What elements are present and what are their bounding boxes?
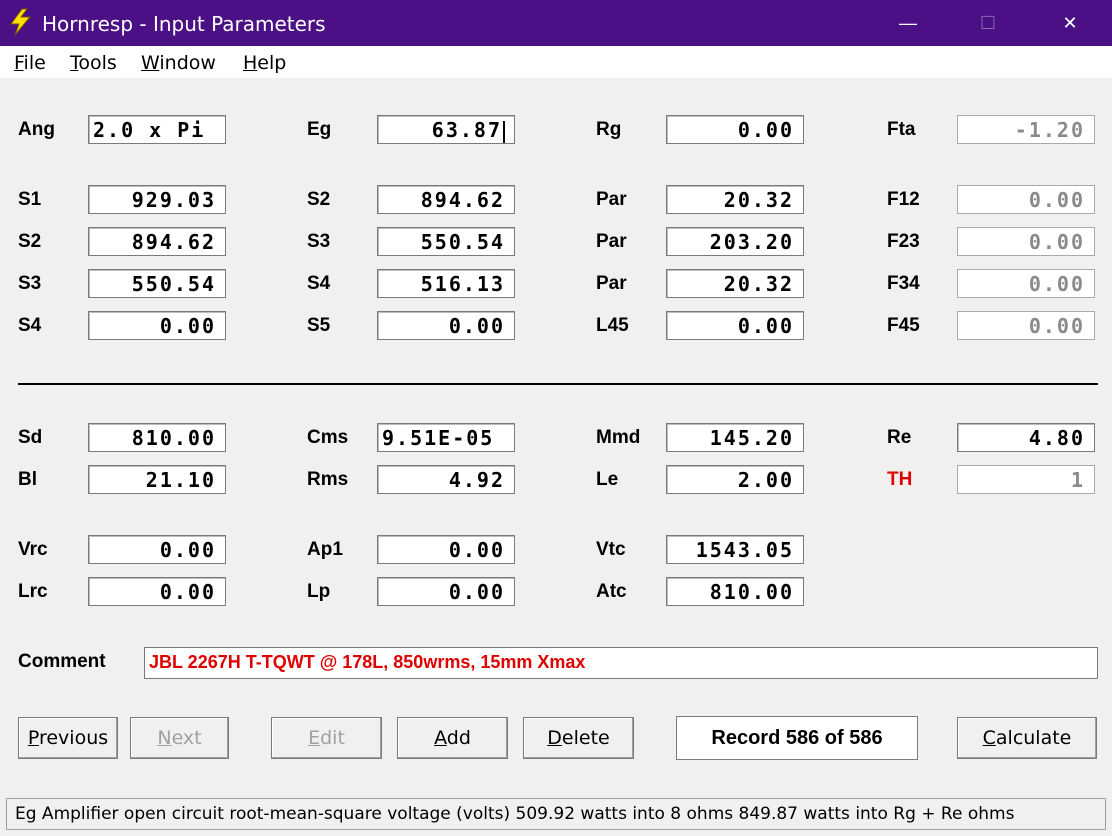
s4-field[interactable]: 516.13 <box>377 269 515 298</box>
comment-field[interactable]: JBL 2267H T-TQWT @ 178L, 850wrms, 15mm X… <box>144 647 1098 679</box>
f12-field: 0.00 <box>957 185 1095 214</box>
maximize-icon: ☐ <box>979 13 997 33</box>
next-button: Next <box>130 717 229 759</box>
previous-button[interactable]: Previous <box>18 717 118 759</box>
mmd-field[interactable]: 145.20 <box>666 423 804 452</box>
atc-label: Atc <box>596 581 627 602</box>
lp-label: Lp <box>307 581 331 602</box>
par2-field[interactable]: 203.20 <box>666 227 804 256</box>
comment-label: Comment <box>18 651 106 672</box>
sd-label: Sd <box>18 427 43 448</box>
s4-label: S4 <box>307 273 331 294</box>
close-icon: ✕ <box>1062 13 1078 33</box>
s2-label: S2 <box>307 189 331 210</box>
s1-field[interactable]: 929.03 <box>88 185 226 214</box>
fta-label: Fta <box>887 119 916 140</box>
atc-field[interactable]: 810.00 <box>666 577 804 606</box>
delete-button[interactable]: Delete <box>523 717 634 759</box>
s3b-field[interactable]: 550.54 <box>88 269 226 298</box>
re-label: Re <box>887 427 912 448</box>
s3b-label: S3 <box>18 273 42 294</box>
par3-label: Par <box>596 273 627 294</box>
eg-value: 63.87 <box>431 118 502 142</box>
mmd-label: Mmd <box>596 427 641 448</box>
minimize-button[interactable]: — <box>868 0 948 46</box>
menu-bar: File Tools Window Help <box>0 46 1112 78</box>
menu-window[interactable]: Window <box>141 52 216 74</box>
s3-field[interactable]: 550.54 <box>377 227 515 256</box>
lp-field[interactable]: 0.00 <box>377 577 515 606</box>
add-button[interactable]: Add <box>397 717 508 759</box>
f23-field: 0.00 <box>957 227 1095 256</box>
lrc-label: Lrc <box>18 581 48 602</box>
f12-label: F12 <box>887 189 920 210</box>
lightning-icon <box>10 8 32 36</box>
s3-label: S3 <box>307 231 331 252</box>
rms-label: Rms <box>307 469 349 490</box>
vrc-field[interactable]: 0.00 <box>88 535 226 564</box>
eg-label: Eg <box>307 119 332 140</box>
f34-field: 0.00 <box>957 269 1095 298</box>
re-field[interactable]: 4.80 <box>957 423 1095 452</box>
maximize-button: ☐ <box>948 0 1028 46</box>
s5-field[interactable]: 0.00 <box>377 311 515 340</box>
ang-label: Ang <box>18 119 55 140</box>
th-label: TH <box>887 469 913 490</box>
rg-field[interactable]: 0.00 <box>666 115 804 144</box>
rg-label: Rg <box>596 119 622 140</box>
vrc-label: Vrc <box>18 539 48 560</box>
calculate-button[interactable]: Calculate <box>957 717 1097 759</box>
le-field[interactable]: 2.00 <box>666 465 804 494</box>
s4b-label: S4 <box>18 315 42 336</box>
ang-field[interactable]: 2.0 x Pi <box>88 115 226 144</box>
f45-field: 0.00 <box>957 311 1095 340</box>
par1-label: Par <box>596 189 627 210</box>
f23-label: F23 <box>887 231 920 252</box>
s4b-field[interactable]: 0.00 <box>88 311 226 340</box>
rms-field[interactable]: 4.92 <box>377 465 515 494</box>
ap1-field[interactable]: 0.00 <box>377 535 515 564</box>
par1-field[interactable]: 20.32 <box>666 185 804 214</box>
le-label: Le <box>596 469 619 490</box>
menu-file[interactable]: File <box>14 52 46 74</box>
title-bar: Hornresp - Input Parameters — ☐ ✕ <box>0 0 1112 46</box>
eg-field[interactable]: 63.87 <box>377 115 515 144</box>
s2-field[interactable]: 894.62 <box>377 185 515 214</box>
l45-label: L45 <box>596 315 629 336</box>
cms-field[interactable]: 9.51E-05 <box>377 423 515 452</box>
vtc-field[interactable]: 1543.05 <box>666 535 804 564</box>
f45-label: F45 <box>887 315 920 336</box>
fta-field: -1.20 <box>957 115 1095 144</box>
close-button[interactable]: ✕ <box>1030 0 1110 46</box>
sd-field[interactable]: 810.00 <box>88 423 226 452</box>
menu-help[interactable]: Help <box>243 52 286 74</box>
s2b-field[interactable]: 894.62 <box>88 227 226 256</box>
l45-field[interactable]: 0.00 <box>666 311 804 340</box>
status-bar: Eg Amplifier open circuit root-mean-squa… <box>6 798 1106 830</box>
par3-field[interactable]: 20.32 <box>666 269 804 298</box>
par2-label: Par <box>596 231 627 252</box>
lrc-field[interactable]: 0.00 <box>88 577 226 606</box>
edit-button: Edit <box>271 717 382 759</box>
cms-label: Cms <box>307 427 349 448</box>
minimize-icon: — <box>899 13 917 33</box>
f34-label: F34 <box>887 273 920 294</box>
menu-tools[interactable]: Tools <box>70 52 117 74</box>
bl-field[interactable]: 21.10 <box>88 465 226 494</box>
th-field: 1 <box>957 465 1095 494</box>
bl-label: Bl <box>18 469 37 490</box>
window-title: Hornresp - Input Parameters <box>42 12 326 36</box>
s5-label: S5 <box>307 315 331 336</box>
text-cursor <box>503 120 505 143</box>
s2b-label: S2 <box>18 231 42 252</box>
section-divider <box>18 383 1098 385</box>
ap1-label: Ap1 <box>307 539 343 560</box>
record-counter: Record 586 of 586 <box>676 716 918 760</box>
s1-label: S1 <box>18 189 42 210</box>
vtc-label: Vtc <box>596 539 626 560</box>
